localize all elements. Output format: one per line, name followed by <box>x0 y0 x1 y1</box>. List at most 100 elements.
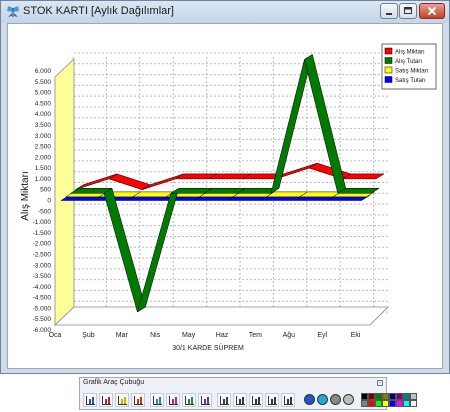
data-segment <box>75 173 117 190</box>
y-tick-label: -3.500 <box>33 273 52 280</box>
row-grid-button[interactable] <box>265 393 279 407</box>
palette-swatch[interactable] <box>410 400 417 407</box>
y-tick-label: 0 <box>47 198 51 205</box>
line-chart-button[interactable] <box>150 393 164 407</box>
y-tick-label: 2.000 <box>35 154 52 161</box>
y-tick-label: -4.500 <box>33 295 52 302</box>
row-grid-icon <box>268 396 277 405</box>
y-tick-label: 500 <box>40 187 51 194</box>
y-tick-label: 4.500 <box>35 100 52 107</box>
x-tick-label: Tem <box>249 332 262 339</box>
palette-swatch[interactable] <box>361 393 368 400</box>
legend-label: Satış Miktarı <box>395 69 429 75</box>
star-chart-button[interactable] <box>198 393 212 407</box>
y-tick-label: 5.500 <box>35 79 52 86</box>
bar-chart-icon <box>86 396 95 405</box>
star-chart-icon <box>201 396 210 405</box>
table-grid-icon <box>284 396 293 405</box>
stock-card-window: STOK KARTI [Aylık Dağılımlar] 6.000 5.500… <box>0 0 450 374</box>
x-tick-label: Mar <box>116 332 129 339</box>
palette-swatch[interactable] <box>410 393 417 400</box>
column-grid-icon <box>252 396 261 405</box>
palette-swatch[interactable] <box>382 393 389 400</box>
palette-swatch[interactable] <box>368 393 375 400</box>
column-chart-button[interactable] <box>99 393 113 407</box>
palette-swatch[interactable] <box>403 400 410 407</box>
y-tick-label: 5.000 <box>35 90 52 97</box>
pie-chart-icon <box>118 396 127 405</box>
legend-label: Alış Tutarı <box>395 59 422 65</box>
color-circle-button[interactable] <box>329 393 343 407</box>
column-chart-icon <box>102 396 111 405</box>
y-tick-label: -2.000 <box>33 241 52 248</box>
circle-icon <box>317 394 328 405</box>
y-tick-label: 2.500 <box>35 144 52 151</box>
y-tick-label: -5.000 <box>33 305 52 312</box>
palette-swatch[interactable] <box>368 400 375 407</box>
palette-swatch[interactable] <box>375 400 382 407</box>
palette-swatch[interactable] <box>396 400 403 407</box>
area-chart-icon <box>169 396 178 405</box>
bar-chart-button[interactable] <box>83 393 97 407</box>
circle-icon <box>304 394 315 405</box>
minimize-icon <box>386 13 392 15</box>
palette-swatch[interactable] <box>396 393 403 400</box>
pie-3d-button[interactable] <box>131 393 145 407</box>
legend-swatch <box>384 76 393 83</box>
y-tick-label: 4.000 <box>35 111 52 118</box>
color-palette[interactable] <box>361 393 419 408</box>
trend-line-icon <box>185 396 194 405</box>
series-alış-tutarı <box>69 53 381 313</box>
data-segment <box>142 173 184 190</box>
chart-3d-icon <box>220 396 229 405</box>
area-chart-button[interactable] <box>166 393 180 407</box>
trend-line-button[interactable] <box>182 393 196 407</box>
x-tick-label: Şub <box>82 332 95 339</box>
pin-icon[interactable]: ▫ <box>377 380 383 386</box>
color-circle-button[interactable] <box>316 393 330 407</box>
window-title: STOK KARTI [Aylık Dağılımlar] <box>23 5 174 17</box>
chart-3d-button[interactable] <box>217 393 231 407</box>
y-tick-label: -1.500 <box>33 230 52 237</box>
y-tick-label: -2.500 <box>33 251 52 258</box>
x-tick-label: May <box>182 332 196 339</box>
toolbar-title: Grafik Araç Çubuğu <box>83 379 145 386</box>
title-bar[interactable]: STOK KARTI [Aylık Dağılımlar] <box>1 1 449 23</box>
pie-chart-button[interactable] <box>115 393 129 407</box>
x-tick-label: Eyl <box>317 332 327 339</box>
chart-area: 6.000 5.500 5.000 4.500 4.000 3.500 3.000 2.500… <box>7 23 443 369</box>
chart-floor <box>53 306 389 326</box>
y-tick-label: 1.000 <box>35 176 52 183</box>
color-circle-button[interactable] <box>342 393 356 407</box>
y-tick-label: -500 <box>38 208 51 215</box>
data-segment <box>108 173 151 190</box>
y-tick-label: -4.000 <box>33 284 52 291</box>
circle-icon <box>330 394 341 405</box>
maximize-button[interactable] <box>399 3 417 19</box>
data-segment <box>103 187 146 313</box>
legend-label: Satış Tutarı <box>395 78 426 84</box>
y-tick-label: 6.000 <box>35 68 52 75</box>
pie-3d-icon <box>134 396 143 405</box>
grid-button[interactable] <box>233 393 247 407</box>
palette-swatch[interactable] <box>389 400 396 407</box>
y-tick-label: 1.500 <box>35 165 52 172</box>
close-button[interactable] <box>419 3 445 19</box>
x-tick-label: Haz <box>216 332 229 339</box>
table-grid-button[interactable] <box>281 393 295 407</box>
palette-swatch[interactable] <box>361 400 368 407</box>
palette-swatch[interactable] <box>389 393 396 400</box>
grid-icon <box>236 396 245 405</box>
butterfly-app-icon <box>7 6 19 17</box>
minimize-button[interactable] <box>380 3 398 19</box>
close-icon <box>427 6 437 16</box>
column-grid-button[interactable] <box>249 393 263 407</box>
palette-swatch[interactable] <box>375 393 382 400</box>
legend-label: Alış Miktarı <box>395 50 425 56</box>
palette-swatch[interactable] <box>382 400 389 407</box>
color-circle-button[interactable] <box>303 393 317 407</box>
palette-swatch[interactable] <box>403 393 410 400</box>
x-tick-label: Ağu <box>283 332 296 339</box>
x-tick-label: Eki <box>351 332 361 339</box>
chart-toolbar[interactable]: Grafik Araç Çubuğu ▫ <box>79 377 417 410</box>
